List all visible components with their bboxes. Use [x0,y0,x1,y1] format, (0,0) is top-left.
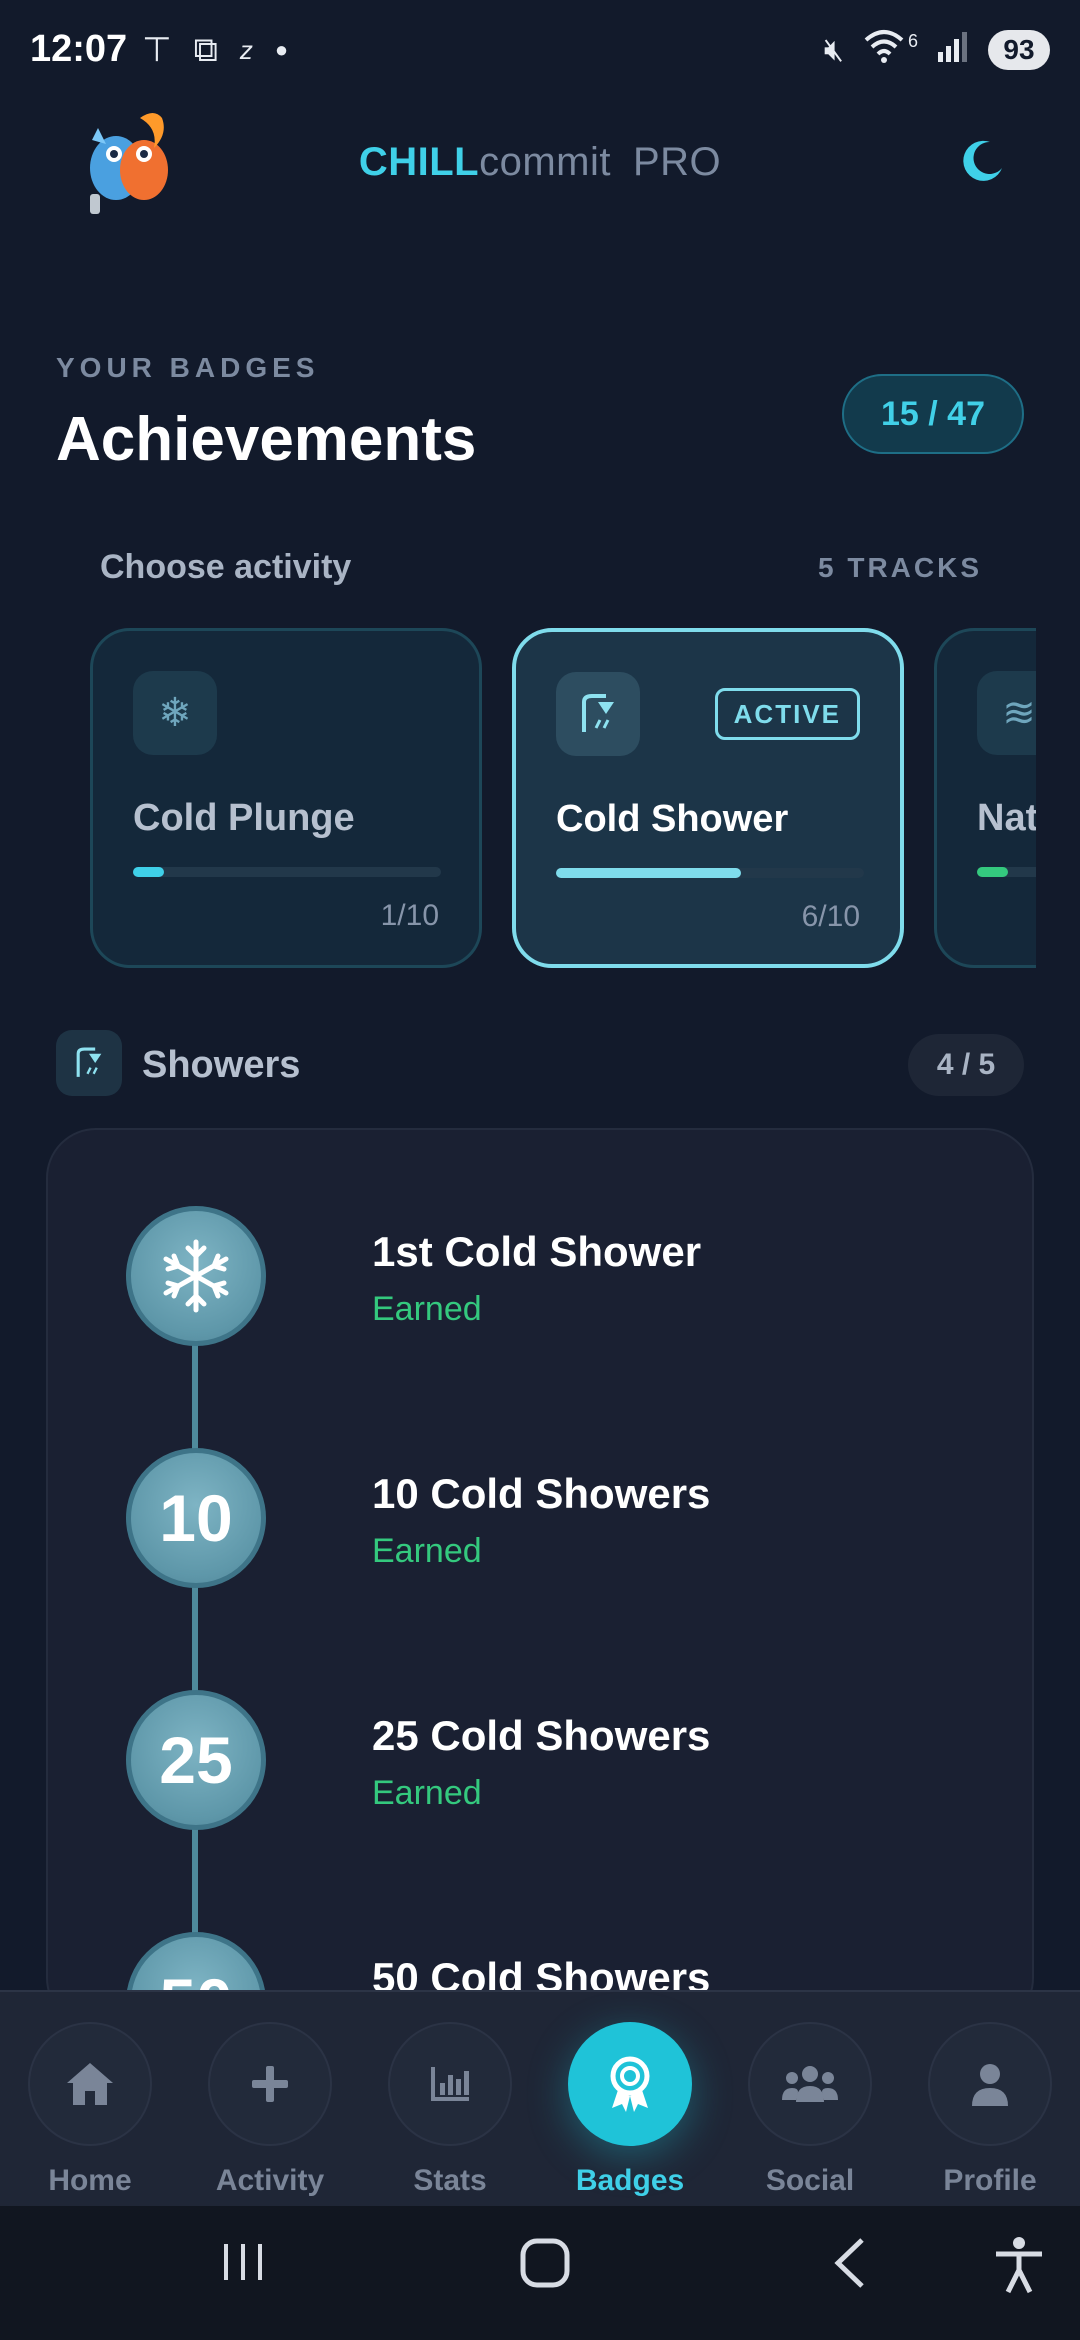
status-bar: 12:07 ⊤ ⧉ z ● 🔇︎ 6 93 [0,0,1080,100]
nav-label: Profile [943,2164,1037,2197]
nav-activity[interactable]: Activity [180,2022,360,2202]
activity-progress-track [977,867,1036,877]
snowflake-medal-icon [126,1206,266,1346]
screenshot-icon: ⧉ [193,30,218,69]
app-title-pro: PRO [632,140,722,184]
dot-icon: ● [274,37,289,62]
activity-progress-fill [133,867,164,877]
plus-icon [208,2022,332,2146]
system-nav-bar [0,2206,1080,2340]
milestone-status: Earned [372,1532,482,1570]
section-eyebrow: YOUR BADGES [56,352,320,383]
showers-section-title: Showers [142,1044,301,1086]
mute-icon: 🔇︎ [823,31,844,67]
nav-stats[interactable]: Stats [360,2022,540,2202]
home-icon [28,2022,152,2146]
recents-icon[interactable] [218,2236,268,2299]
nav-label: Activity [215,2164,325,2197]
milestone-medal: 10 [126,1448,266,1588]
wifi-icon [862,28,906,72]
milestone-status: Earned [372,1290,482,1328]
activity-card-name: Cold Plunge [133,797,355,839]
milestone-title: 25 Cold Showers [372,1712,711,1759]
milestone-item[interactable]: 25 25 Cold Showers Earned [126,1690,986,1830]
activity-progress-fill [556,868,741,878]
milestone-title: 10 Cold Showers [372,1470,711,1517]
activity-card-cold-shower[interactable]: ACTIVE Cold Shower 6/10 [512,628,904,968]
activity-progress-fill [977,867,1008,877]
milestone-item[interactable]: 1st Cold Shower Earned [126,1206,986,1346]
nav-label: Badges [575,2164,685,2197]
wifi-label: 6 [907,30,918,51]
award-icon [568,2022,692,2146]
shower-icon [556,672,640,756]
nav-label: Social [765,2164,855,2197]
bar-chart-icon [388,2022,512,2146]
sleep-z-icon: z [239,34,253,65]
activity-progress-text: 1/10 [380,899,439,932]
nav-badges[interactable]: Badges [540,2022,720,2202]
nav-social[interactable]: Social [720,2022,900,2202]
milestone-medal: 25 [126,1690,266,1830]
nav-label: Stats [413,2164,487,2197]
waves-icon: ≋ [977,671,1036,755]
milestone-status: Earned [372,1774,482,1812]
activity-card-cold-plunge[interactable]: ❄ Cold Plunge 1/10 [90,628,482,968]
status-time: 12:07 [30,28,128,70]
signal-icon [936,30,970,70]
app-title: CHILLcommit PRO [0,140,1080,185]
activity-progress-text: 6/10 [801,900,860,933]
badge-count-pill: 15 / 47 [842,374,1024,454]
activity-carousel[interactable]: ❄ Cold Plunge 1/10 ACTIVE Cold Shower 6/… [0,620,1036,980]
status-right-icons: 🔇︎ 6 93 [824,28,1050,72]
status-left-icons: ⊤ ⧉ z ● [142,30,288,70]
battery-indicator: 93 [988,30,1050,70]
moon-icon[interactable] [960,138,1006,184]
milestones-panel: 1st Cold Shower Earned 10 10 Cold Shower… [46,1128,1034,2028]
people-icon [748,2022,872,2146]
home-button-icon[interactable] [518,2236,572,2303]
bottom-nav: Home Activity Stats Badges Social Profil… [0,1990,1080,2206]
nav-label: Home [48,2164,132,2197]
activity-card-name: Nat [977,797,1036,839]
user-icon [928,2022,1052,2146]
activity-progress-track [133,867,441,877]
activity-card-name: Cold Shower [556,798,789,840]
nav-profile[interactable]: Profile [900,2022,1080,2202]
shower-icon [56,1030,122,1096]
back-icon[interactable] [826,2236,876,2303]
milestone-item[interactable]: 10 10 Cold Showers Earned [126,1448,986,1588]
active-badge: ACTIVE [714,688,860,740]
snowflake-icon: ❄ [133,671,217,755]
tesla-icon: ⊤ [142,31,172,69]
showers-count-pill: 4 / 5 [908,1034,1024,1096]
app-title-chill: CHILL [358,140,480,184]
activity-progress-track [556,868,864,878]
timeline-line [192,1270,198,2026]
choose-activity-label: Choose activity [100,548,352,586]
page-title: Achievements [56,405,477,474]
milestone-title: 1st Cold Shower [372,1228,702,1275]
app-title-commit: commit [479,140,611,184]
tracks-count-label: 5 TRACKS [818,552,983,583]
activity-card-third[interactable]: ≋ Nat [934,628,1036,968]
nav-home[interactable]: Home [0,2022,180,2202]
accessibility-icon[interactable] [992,2236,1046,2307]
